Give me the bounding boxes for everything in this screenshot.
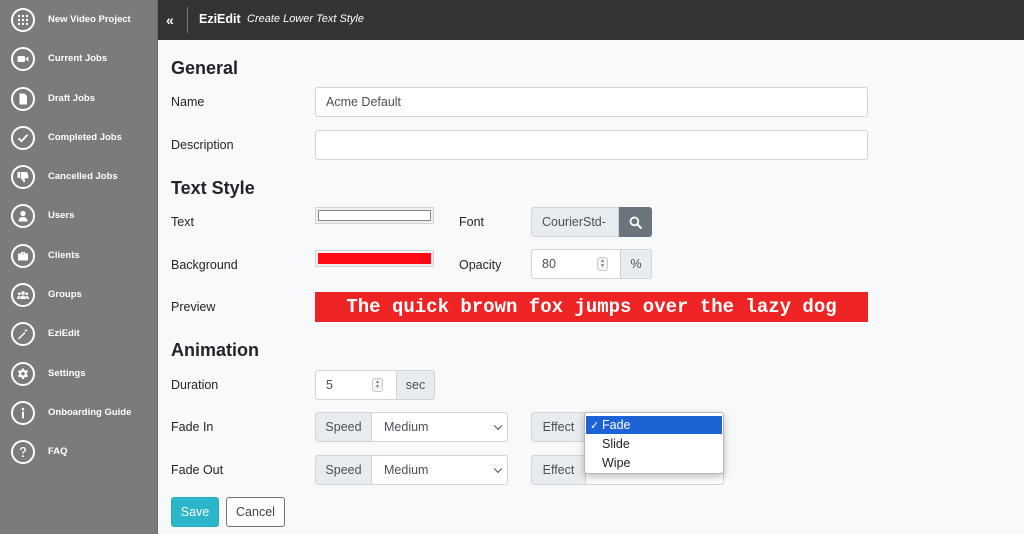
fade-in-speed-label: Speed [315,412,372,442]
check-icon [11,125,35,150]
gear-icon [11,361,35,386]
text-style-preview: The quick brown fox jumps over the lazy … [315,292,868,322]
sidebar-item-users[interactable]: Users [0,196,158,235]
user-icon [11,203,35,228]
sidebar-item-current-jobs[interactable]: Current Jobs [0,39,158,78]
sidebar-item-eziedit[interactable]: EziEdit [0,314,158,353]
font-value: CourierStd- [531,207,619,237]
background-color-swatch [318,253,431,264]
background-color-picker[interactable] [315,250,434,267]
section-title-text-style: Text Style [171,178,255,198]
opacity-value: 80 [542,257,556,271]
section-title-general: General [171,58,239,78]
name-input[interactable]: Acme Default [315,87,868,117]
sidebar-item-onboarding-guide[interactable]: Onboarding Guide [0,393,158,432]
fade-out-speed-value: Medium [384,463,429,477]
fade-in-speed-value: Medium [384,420,429,434]
sidebar-item-label: Onboarding Guide [48,407,132,418]
sidebar-item-faq[interactable]: FAQ [0,432,158,471]
sidebar-item-completed-jobs[interactable]: Completed Jobs [0,118,158,157]
fade-out-label: Fade Out [171,463,224,477]
option-label: Slide [602,437,630,451]
sidebar-item-settings[interactable]: Settings [0,354,158,393]
background-color-label: Background [171,258,238,272]
sidebar-item-label: Draft Jobs [48,93,95,104]
name-label: Name [171,95,205,109]
opacity-unit: % [620,249,652,279]
duration-input[interactable]: 5 [315,370,397,400]
text-color-picker[interactable] [315,207,434,224]
cancel-button[interactable]: Cancel [226,497,285,527]
collapse-sidebar-button[interactable]: « [166,10,180,30]
sidebar-item-new-video-project[interactable]: New Video Project [0,0,158,39]
text-color-swatch [318,210,431,221]
duration-label: Duration [171,378,219,392]
fade-out-speed-select[interactable]: Medium [371,455,508,485]
checkmark-icon: ✓ [590,419,600,432]
briefcase-icon [11,243,35,268]
duration-unit: sec [396,370,435,400]
search-icon [629,216,642,229]
duration-value: 5 [326,378,333,392]
sidebar-item-label: EziEdit [48,328,80,339]
section-title-animation: Animation [171,340,259,360]
effect-option-slide[interactable]: Slide [586,435,722,453]
sidebar-item-label: Users [48,210,75,221]
sidebar-item-cancelled-jobs[interactable]: Cancelled Jobs [0,157,158,196]
font-search-button[interactable] [619,207,652,237]
description-label: Description [171,138,234,152]
info-icon [11,400,35,425]
sidebar-item-draft-jobs[interactable]: Draft Jobs [0,79,158,118]
effect-option-fade[interactable]: ✓ Fade [586,416,722,434]
question-icon [11,439,35,464]
sidebar-item-label: New Video Project [48,14,131,25]
preview-label: Preview [171,300,216,314]
sidebar-item-clients[interactable]: Clients [0,236,158,275]
duration-stepper[interactable]: ▲ ▼ [372,378,383,392]
sidebar-item-label: Clients [48,250,80,261]
sidebar-item-label: FAQ [48,446,68,457]
opacity-stepper[interactable]: ▲ ▼ [597,257,608,271]
group-icon [11,282,35,307]
description-input[interactable] [315,130,868,160]
grid-icon [11,7,35,32]
sidebar-item-label: Current Jobs [48,53,108,64]
sidebar-item-groups[interactable]: Groups [0,275,158,314]
sidebar-item-label: Cancelled Jobs [48,171,118,182]
save-button[interactable]: Save [171,497,219,527]
magic-wand-icon [11,321,35,346]
video-camera-icon [11,46,35,71]
fade-in-effect-label: Effect [531,412,586,442]
chevron-down-icon [493,421,503,431]
effect-option-wipe[interactable]: Wipe [586,454,722,472]
fade-out-speed-label: Speed [315,455,372,485]
fade-in-effect-dropdown[interactable]: ✓ Fade Slide Wipe [584,412,724,474]
sidebar-item-label: Groups [48,289,82,300]
opacity-label: Opacity [459,258,502,272]
thumbs-down-icon [11,164,35,189]
font-label: Font [459,215,485,229]
sidebar-item-label: Completed Jobs [48,132,122,143]
divider [187,7,188,33]
page-title: Create Lower Text Style [247,13,364,25]
option-label: Fade [602,418,631,432]
text-color-label: Text [171,215,194,229]
fade-in-label: Fade In [171,420,214,434]
fade-in-speed-select[interactable]: Medium [371,412,508,442]
top-bar: « EziEdit Create Lower Text Style [158,0,1024,40]
document-icon [11,86,35,111]
sidebar: New Video Project Current Jobs Draft Job… [0,0,158,534]
app-title: EziEdit [199,12,241,26]
option-label: Wipe [602,456,631,470]
fade-out-effect-label: Effect [531,455,586,485]
chevron-down-icon [493,464,503,474]
sidebar-item-label: Settings [48,368,86,379]
